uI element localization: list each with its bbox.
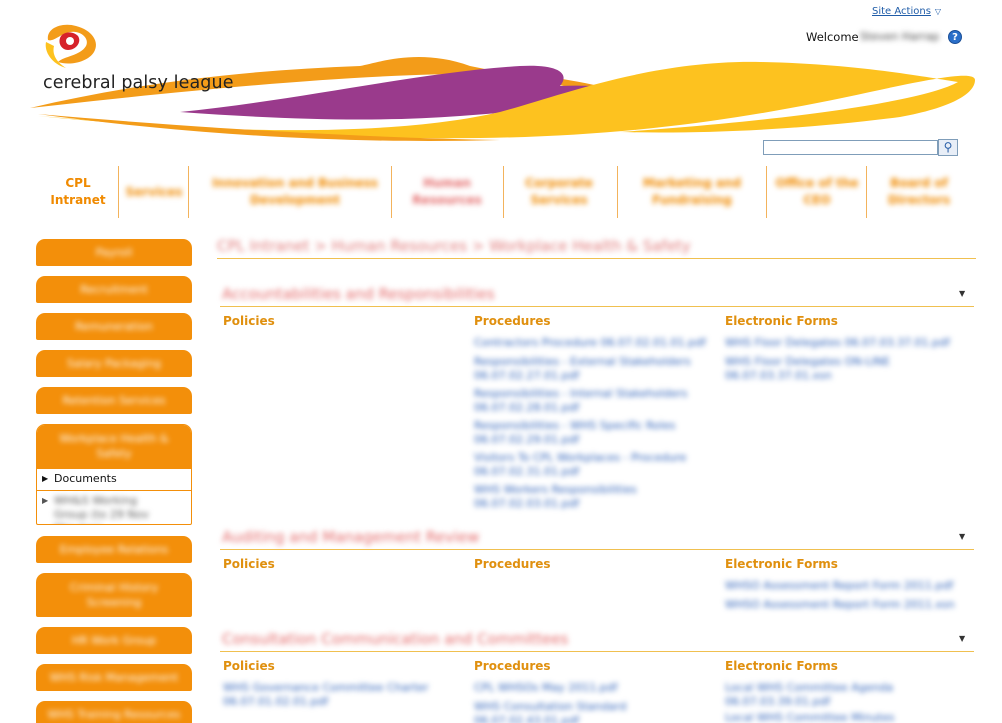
left-nav-label: Workplace Health & Safety [59,432,169,460]
tab-services[interactable]: Services [120,166,188,218]
nav-divider [118,166,119,218]
left-nav-item-workplace-health-safety[interactable]: Workplace Health & Safety [37,425,191,468]
left-nav-label: Recruitment [80,283,148,296]
left-nav-label: Remuneration [75,320,153,333]
left-nav-item[interactable]: Remuneration [36,313,192,340]
column-header-electronic-forms: Electronic Forms [725,314,838,328]
subitem-label: WH&S Working Group (to 29 Nov Minutes) [54,494,149,524]
chevron-down-icon[interactable]: ▼ [959,634,965,643]
site-actions-menu[interactable]: Site Actions ▽ [872,6,941,17]
breadcrumb[interactable]: CPL Intranet > Human Resources > Workpla… [217,237,691,255]
divider [220,306,974,307]
column-header-procedures: Procedures [474,314,551,328]
tab-corporate-services[interactable]: Corporate Services [514,166,604,218]
chevron-down-icon[interactable]: ▼ [959,532,965,541]
left-nav-item[interactable]: Retention Services [36,387,192,414]
nav-divider [866,166,867,218]
document-link[interactable]: Responsibilities - Internal Stakeholders… [474,387,714,415]
left-nav-item[interactable]: WHS Training Resources [36,701,192,723]
divider [220,549,974,550]
left-nav-subitem-documents[interactable]: ▶ Documents [37,468,191,490]
document-link[interactable]: Visitors To CPL Workplaces - Procedure 0… [474,451,714,479]
column-header-policies: Policies [223,557,275,571]
divider [217,258,976,259]
column-header-policies: Policies [223,314,275,328]
form-link[interactable]: WHSO Assessment Report Form 2011.xsn [725,598,965,612]
left-nav-label: Employee Relations [59,543,169,556]
section-title[interactable]: Accountabilities and Responsibilities [222,285,495,303]
section-title[interactable]: Consultation Communication and Committee… [222,630,568,648]
tab-cpl-intranet[interactable]: CPL Intranet [40,166,116,218]
column-header-procedures: Procedures [474,557,551,571]
left-nav-item[interactable]: Salary Packaging [36,350,192,377]
left-nav-label: WHS Risk Management [49,671,179,684]
document-link[interactable]: Responsibilities - External Stakeholders… [474,355,714,383]
left-nav-item[interactable]: WHS Risk Management [36,664,192,691]
form-link[interactable]: WHSO Assessment Report Form 2011.pdf [725,579,965,593]
left-nav-item[interactable]: Payroll [36,239,192,266]
form-link[interactable]: WHS Floor Delegates ON-LINE 06.07.03.37.… [725,355,965,383]
nav-divider [766,166,767,218]
left-nav-label: Salary Packaging [67,357,161,370]
left-nav-label: Payroll [95,246,133,259]
tab-human-resources[interactable]: Human Resources [402,166,492,218]
form-link[interactable]: Local WHS Committee Agenda 06.07.03.39.0… [725,681,965,709]
document-link[interactable]: WHS Consultation Standard 06.07.02.43.01… [474,700,714,723]
welcome-label[interactable]: Welcome [806,30,859,44]
document-link[interactable]: WHS Workers Responsibilities 06.07.02.03… [474,483,714,511]
nav-divider [391,166,392,218]
cpl-logo-icon [45,24,96,68]
tab-innovation[interactable]: Innovation and Business Development [200,166,390,218]
document-link[interactable]: Contractors Procedure 06.07.02.01.01.pdf [474,336,714,350]
nav-divider [617,166,618,218]
nav-divider [503,166,504,218]
column-header-policies: Policies [223,659,275,673]
left-nav-expanded-group: Workplace Health & Safety ▶ Documents ▶ WH… [36,424,192,525]
document-link[interactable]: CPL WHSOs May 2011.pdf [474,681,714,695]
search-input[interactable] [763,140,938,155]
search-icon[interactable]: ⚲ [938,139,958,156]
left-nav-label: HR Work Group [71,634,157,647]
document-link[interactable]: WHS Governance Committee Charter 06.07.0… [223,681,463,709]
left-nav-item[interactable]: Employee Relations [36,536,192,563]
help-icon[interactable]: ? [948,30,962,44]
chevron-down-icon[interactable]: ▽ [935,7,941,16]
tab-board[interactable]: Board of Directors [874,166,964,218]
tab-office-ceo[interactable]: Office of the CEO [772,166,862,218]
site-actions-label[interactable]: Site Actions [872,6,931,17]
form-link[interactable]: Local WHS Committee Minutes [725,711,965,723]
nav-divider [188,166,189,218]
left-nav-label: Criminal History Screening [69,581,159,609]
triangle-right-icon: ▶ [42,496,49,505]
left-nav-label: WHS Training Resources [47,708,181,721]
left-nav-label: Retention Services [62,394,166,407]
form-link[interactable]: WHS Floor Delegates 06.07.03.37.01.pdf [725,336,965,350]
left-nav-item[interactable]: HR Work Group [36,627,192,654]
page: cerebral palsy league Site Actions ▽ Welc… [0,0,1002,723]
left-nav-item[interactable]: Criminal History Screening [36,573,192,617]
section-title[interactable]: Auditing and Management Review [222,528,479,546]
subitem-label: Documents [54,472,117,485]
document-link[interactable]: Responsibilities - WHS Specific Roles 06… [474,419,714,447]
divider [220,651,974,652]
triangle-right-icon: ▶ [42,474,49,483]
column-header-electronic-forms: Electronic Forms [725,557,838,571]
column-header-electronic-forms: Electronic Forms [725,659,838,673]
logo-wordmark: cerebral palsy league [43,73,234,93]
top-navigation: CPL Intranet Services Innovation and Bus… [40,166,960,218]
column-header-procedures: Procedures [474,659,551,673]
chevron-down-icon[interactable]: ▼ [959,289,965,298]
user-name[interactable]: Steven Harrap [860,30,939,43]
left-nav-item[interactable]: Recruitment [36,276,192,303]
tab-marketing[interactable]: Marketing and Fundraising [630,166,754,218]
left-nav-subitem-working-group[interactable]: ▶ WH&S Working Group (to 29 Nov Minutes) [37,490,191,524]
